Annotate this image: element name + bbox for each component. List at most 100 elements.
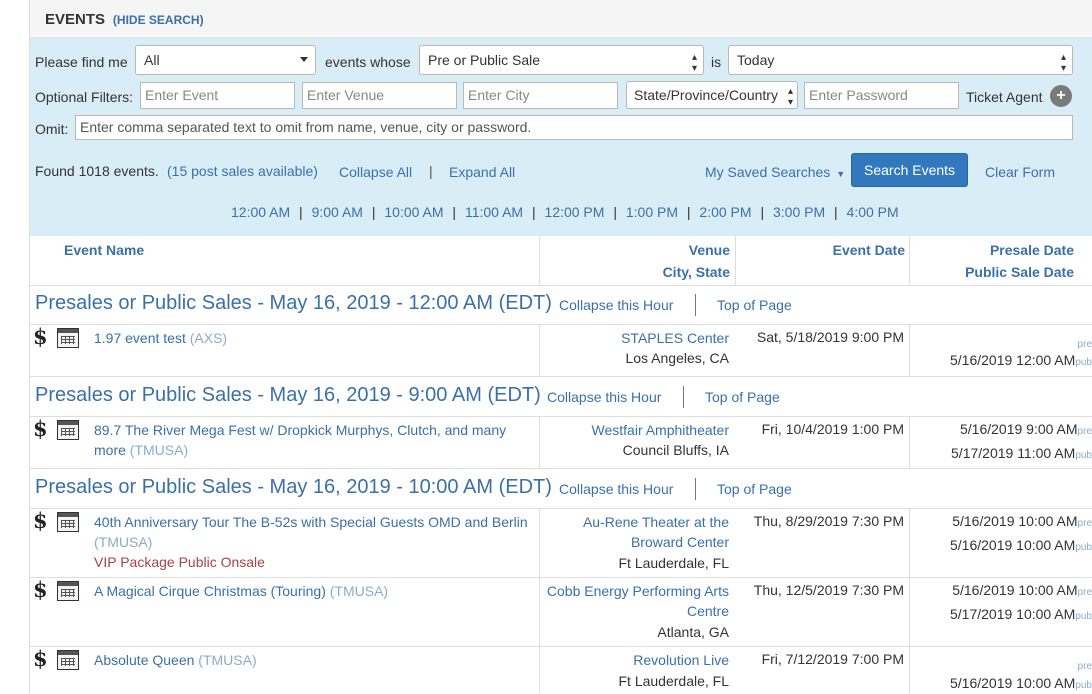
top-of-page-link[interactable]: Top of Page: [705, 389, 780, 405]
collapse-all-link[interactable]: Collapse All: [339, 164, 412, 180]
event-name: A Magical Cirque Christmas (Touring): [94, 583, 326, 599]
field-select[interactable]: Pre or Public Sale ▴ ▾: [419, 45, 704, 75]
hour-links: 12:00 AM | 9:00 AM | 10:00 AM | 11:00 AM…: [231, 204, 899, 220]
collapse-hour-link[interactable]: Collapse this Hour: [559, 481, 673, 497]
presale-date: 5/16/2019 10:00 AMpre: [952, 513, 1092, 529]
when-select[interactable]: Today ▴ ▾: [728, 45, 1073, 75]
dollar-icon[interactable]: $: [33, 648, 48, 670]
find-label: Please find me: [35, 54, 128, 70]
dollar-icon[interactable]: $: [33, 510, 48, 532]
col-presale-date[interactable]: Presale Date: [990, 242, 1074, 258]
public-sale-value: 5/17/2019 11:00 AM: [951, 445, 1076, 461]
hour-separator: |: [531, 204, 536, 220]
hide-search-link[interactable]: (HIDE SEARCH): [113, 13, 204, 27]
pub-tag: pub: [1075, 611, 1092, 622]
city-input[interactable]: Enter City: [463, 82, 618, 109]
hour-link[interactable]: 2:00 PM: [699, 204, 751, 220]
password-input[interactable]: Enter Password: [804, 82, 959, 109]
event-name-link[interactable]: 40th Anniversary Tour The B-52s with Spe…: [94, 512, 539, 572]
hour-link[interactable]: 9:00 AM: [312, 204, 363, 220]
hour-link[interactable]: 1:00 PM: [626, 204, 678, 220]
event-name: 89.7 The River Mega Fest w/ Dropkick Mur…: [94, 422, 507, 438]
search-events-button[interactable]: Search Events: [851, 153, 969, 187]
city-state: Los Angeles, CA: [625, 350, 729, 366]
divider: [539, 236, 540, 286]
event-date: Thu, 8/29/2019 7:30 PM: [753, 513, 904, 529]
omit-input[interactable]: Enter comma separated text to omit from …: [75, 115, 1073, 140]
caret-down-icon: ▼: [836, 169, 846, 179]
hour-separator: |: [299, 204, 303, 220]
event-name-link[interactable]: 1.97 event test (AXS): [94, 328, 227, 348]
event-name: Absolute Queen: [94, 652, 195, 668]
top-of-page-link[interactable]: Top of Page: [717, 481, 792, 497]
hour-link[interactable]: 3:00 PM: [773, 204, 825, 220]
divider: [909, 577, 910, 646]
post-sales-link[interactable]: (15 post sales available): [167, 163, 318, 179]
hour-separator: |: [686, 204, 691, 220]
filters-label: Optional Filters:: [35, 89, 134, 105]
col-public-sale-date[interactable]: Public Sale Date: [965, 264, 1074, 280]
divider: [683, 386, 684, 408]
saved-searches-dropdown[interactable]: My Saved Searches ▼: [705, 164, 845, 180]
divider: [909, 324, 910, 376]
presale-date: 5/16/2019 9:00 AMpre: [960, 421, 1092, 437]
collapse-hour-link[interactable]: Collapse this Hour: [547, 389, 661, 405]
dollar-icon[interactable]: $: [33, 418, 48, 440]
event-name-link[interactable]: Absolute Queen (TMUSA): [94, 650, 257, 670]
public-sale-date: 5/16/2019 10:00 AMpub: [950, 537, 1092, 553]
group-title: Presales or Public Sales - May 16, 2019 …: [35, 292, 552, 314]
region-select[interactable]: State/Province/Country ▴ ▾: [626, 81, 798, 109]
col-event-date[interactable]: Event Date: [833, 242, 905, 258]
calendar-icon[interactable]: [57, 581, 79, 601]
calendar-icon[interactable]: [57, 420, 79, 440]
venue-link[interactable]: Cobb Energy Performing Arts Centre: [547, 581, 729, 621]
event-date: Fri, 10/4/2019 1:00 PM: [761, 421, 904, 437]
venue-link[interactable]: Westfair Amphitheater: [592, 420, 729, 440]
collapse-hour-link[interactable]: Collapse this Hour: [559, 297, 673, 313]
hour-separator: |: [371, 204, 376, 220]
hour-separator: |: [452, 204, 457, 220]
calendar-icon[interactable]: [57, 650, 79, 670]
calendar-icon[interactable]: [57, 328, 79, 348]
venue-input[interactable]: Enter Venue: [302, 82, 457, 109]
col-event-name[interactable]: Event Name: [64, 242, 144, 258]
clear-form-link[interactable]: Clear Form: [985, 164, 1055, 180]
event-name-link[interactable]: 89.7 The River Mega Fest w/ Dropkick Mur…: [94, 420, 524, 460]
hour-link[interactable]: 12:00 PM: [545, 204, 605, 220]
divider: [30, 646, 1092, 647]
public-sale-date: 5/17/2019 10:00 AMpub: [950, 606, 1092, 622]
hour-link[interactable]: 11:00 AM: [465, 204, 523, 220]
dollar-icon[interactable]: $: [33, 326, 48, 348]
calendar-icon[interactable]: [57, 512, 79, 532]
event-name: 40th Anniversary Tour The B-52s with Spe…: [94, 514, 528, 530]
col-city-state[interactable]: City, State: [663, 264, 730, 280]
divider: [30, 416, 1092, 417]
public-sale-date: 5/17/2019 11:00 AMpub: [951, 445, 1092, 461]
presale-date: 5/16/2019 10:00 AMpre: [952, 582, 1092, 598]
omit-label: Omit:: [35, 121, 69, 137]
expand-all-link[interactable]: Expand All: [449, 164, 515, 180]
presale-value: 5/16/2019 10:00 AM: [952, 513, 1078, 529]
hour-link[interactable]: 10:00 AM: [384, 204, 443, 220]
region-select-value: State/Province/Country: [634, 87, 778, 103]
event-input[interactable]: Enter Event: [140, 82, 295, 109]
hour-link[interactable]: 4:00 PM: [847, 204, 899, 220]
event-name-link[interactable]: A Magical Cirque Christmas (Touring) (TM…: [94, 581, 388, 601]
updown-icon: ▴ ▾: [691, 52, 697, 74]
pub-tag: pub: [1075, 542, 1092, 553]
public-sale-value: 5/16/2019 10:00 AM: [949, 537, 1076, 553]
venue-link[interactable]: STAPLES Center: [621, 328, 729, 348]
dollar-icon[interactable]: $: [33, 579, 48, 601]
presale-value: 5/16/2019 9:00 AM: [960, 421, 1078, 437]
presale-date: pre: [1078, 656, 1092, 672]
venue-link[interactable]: Revolution Live: [633, 650, 729, 670]
event-name: 1.97 event test: [94, 330, 186, 346]
plus-icon[interactable]: +: [1050, 85, 1072, 107]
vip-note: VIP Package Public Onsale: [94, 554, 265, 570]
hour-link[interactable]: 12:00 AM: [231, 204, 290, 220]
col-venue[interactable]: Venue: [689, 242, 730, 258]
venue-link[interactable]: Au-Rene Theater at the Broward Center: [583, 512, 729, 552]
city-state: Ft Lauderdale, FL: [618, 673, 729, 689]
top-of-page-link[interactable]: Top of Page: [717, 297, 792, 313]
find-select[interactable]: All: [135, 45, 316, 75]
